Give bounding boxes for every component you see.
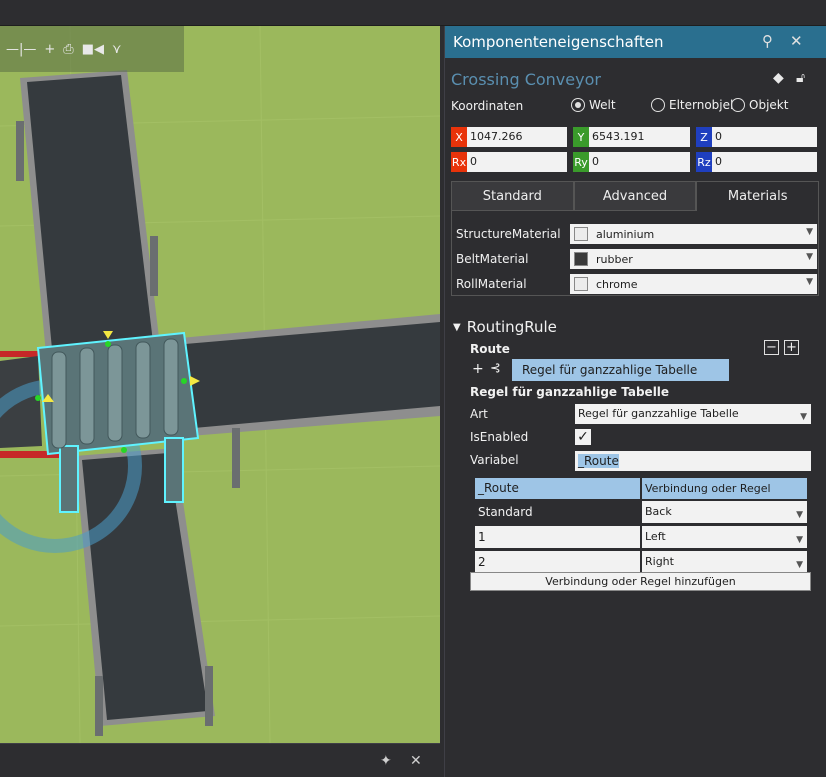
variable-input[interactable]: _Route xyxy=(575,451,811,471)
ruler-icon[interactable]: —|— xyxy=(6,42,36,57)
wifi-icon[interactable]: ⋎ xyxy=(112,42,122,57)
panel-header: Komponenteneigenschaften ⚲ ✕ xyxy=(445,26,826,58)
3d-viewport[interactable]: —|— + ⎙ ■◀ ⋎ xyxy=(0,26,440,743)
top-conveyor xyxy=(16,70,160,354)
column-header-route: _Route xyxy=(475,478,640,499)
route-branch-icon[interactable]: ⊰ xyxy=(490,361,501,376)
structure-material-select[interactable]: aluminium ▼ xyxy=(570,224,817,244)
radio-dot[interactable] xyxy=(731,98,745,112)
variable-label: Variabel xyxy=(470,453,519,467)
radio-dot[interactable] xyxy=(571,98,585,112)
materials-box: StructureMaterial aluminium ▼ BeltMateri… xyxy=(451,211,819,296)
component-name[interactable]: Crossing Conveyor xyxy=(451,70,601,89)
radio-dot[interactable] xyxy=(651,98,665,112)
chevron-down-icon: ▼ xyxy=(800,412,807,422)
pin-icon[interactable]: ⚲ xyxy=(762,32,773,50)
route-selected-item[interactable]: Regel für ganzzahlige Tabelle xyxy=(512,359,729,381)
expand-all-button[interactable]: + xyxy=(784,340,799,355)
tab-materials[interactable]: Materials xyxy=(696,181,820,211)
art-label: Art xyxy=(470,407,488,421)
bottom-panel: ✦ ✕ xyxy=(0,743,440,777)
right-conveyor xyxy=(180,314,440,488)
isenabled-label: IsEnabled xyxy=(470,430,529,444)
routing-rule-section[interactable]: ▼ RoutingRule xyxy=(453,318,557,336)
roll-material-select[interactable]: chrome ▼ xyxy=(570,274,817,294)
chevron-down-icon: ▼ xyxy=(806,227,813,237)
close-icon[interactable]: ✕ xyxy=(410,753,422,769)
unlock-icon[interactable]: 🔓︎ xyxy=(796,70,805,86)
connection-select[interactable]: Left ▼ xyxy=(642,526,807,548)
pin-icon[interactable]: ✦ xyxy=(380,753,392,769)
coord-rx[interactable]: Rx 0 xyxy=(451,152,567,172)
radio-world[interactable]: Welt xyxy=(571,98,616,112)
route-table: _Route Verbindung oder Regel Standard Ba… xyxy=(475,478,808,576)
radio-object[interactable]: Objekt xyxy=(731,98,788,112)
coord-x[interactable]: X 1047.266 xyxy=(451,127,567,147)
art-select[interactable]: Regel für ganzzahlige Tabelle ▼ xyxy=(575,404,811,424)
table-row: 1 Left ▼ xyxy=(475,526,808,548)
material-row-structure: StructureMaterial aluminium ▼ xyxy=(456,224,817,244)
rule-title: Regel für ganzzahlige Tabelle xyxy=(470,385,670,399)
table-row: 2 Right ▼ xyxy=(475,551,808,573)
route-label: Route xyxy=(470,342,510,356)
coord-rz[interactable]: Rz 0 xyxy=(696,152,817,172)
chevron-down-icon: ▼ xyxy=(806,277,813,287)
material-row-roll: RollMaterial chrome ▼ xyxy=(456,274,817,294)
property-tabs: Standard Advanced Materials xyxy=(451,181,820,211)
coordinates-label: Koordinaten xyxy=(451,99,524,113)
plus-icon[interactable]: + xyxy=(44,42,55,57)
material-row-belt: BeltMaterial rubber ▼ xyxy=(456,249,817,269)
tag-icon[interactable]: ◆ xyxy=(773,70,784,86)
chevron-down-icon: ▼ xyxy=(806,252,813,262)
tab-standard[interactable]: Standard xyxy=(451,181,574,211)
route-key-input[interactable]: 1 xyxy=(475,526,640,548)
viewport-toolbar: —|— + ⎙ ■◀ ⋎ xyxy=(0,26,184,72)
material-swatch xyxy=(574,277,588,291)
close-icon[interactable]: ✕ xyxy=(790,32,803,50)
add-route-icon[interactable]: + xyxy=(472,361,484,377)
coord-y[interactable]: Y 6543.191 xyxy=(573,127,690,147)
chevron-down-icon: ▼ xyxy=(796,510,803,520)
material-swatch xyxy=(574,252,588,266)
table-header: _Route Verbindung oder Regel xyxy=(475,478,808,499)
coord-z[interactable]: Z 0 xyxy=(696,127,817,147)
column-header-connection: Verbindung oder Regel xyxy=(642,478,807,499)
conveyor-scene[interactable] xyxy=(0,26,440,743)
panel-title: Komponenteneigenschaften xyxy=(453,33,664,51)
chevron-down-icon: ▼ xyxy=(796,535,803,545)
properties-panel: Komponenteneigenschaften ⚲ ✕ Crossing Co… xyxy=(444,26,826,777)
route-key-input[interactable]: 2 xyxy=(475,551,640,573)
camera-icon[interactable]: ■◀ xyxy=(82,42,104,57)
connection-select[interactable]: Right ▼ xyxy=(642,551,807,573)
top-bar xyxy=(0,0,826,26)
add-connection-button[interactable]: Verbindung oder Regel hinzufügen xyxy=(470,572,811,591)
coord-ry[interactable]: Ry 0 xyxy=(573,152,690,172)
table-row: Standard Back ▼ xyxy=(475,501,808,523)
material-swatch xyxy=(574,227,588,241)
collapse-triangle-icon[interactable]: ▼ xyxy=(453,322,461,333)
bottom-conveyor xyxy=(75,448,215,736)
isenabled-checkbox[interactable]: ✓ xyxy=(575,429,591,445)
collapse-all-button[interactable]: − xyxy=(764,340,779,355)
connection-select[interactable]: Back ▼ xyxy=(642,501,807,523)
belt-material-select[interactable]: rubber ▼ xyxy=(570,249,817,269)
radio-parent[interactable]: Elternobjel xyxy=(651,98,733,112)
pdf-icon[interactable]: ⎙ xyxy=(63,42,73,57)
tab-advanced[interactable]: Advanced xyxy=(573,181,697,211)
